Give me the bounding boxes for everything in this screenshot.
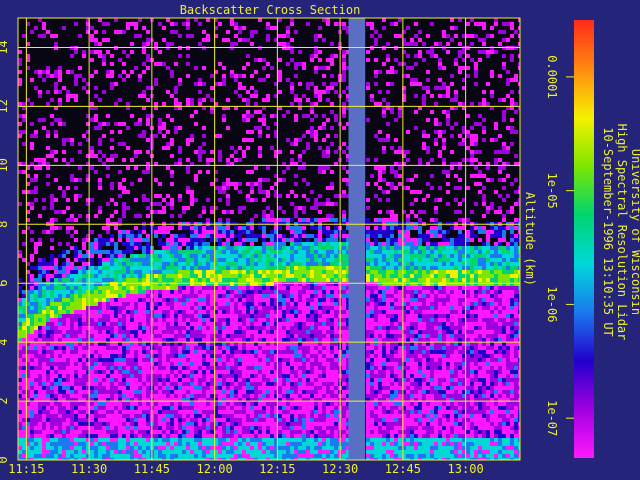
colorbar-ticks: 0.0001 1e-05 1e-06 1e-07 (545, 55, 574, 436)
y-tick-label: 8 (0, 221, 10, 228)
x-tick-label: 13:00 (448, 462, 484, 476)
chart-title: Backscatter Cross Section (180, 3, 361, 17)
credits: University of WisconsinHigh Spectral Res… (601, 124, 640, 341)
x-tick-label: 12:30 (322, 462, 358, 476)
x-tick-label: 12:45 (385, 462, 421, 476)
colorbar-tick-label: 1e-07 (545, 400, 559, 436)
y-tick-label: 14 (0, 40, 10, 54)
y-tick-label: 10 (0, 158, 10, 172)
colorbar-tick-label: 0.0001 (545, 55, 559, 98)
y-tick-label: 2 (0, 397, 10, 404)
credit-line: High Spectral Resolution Lidar (615, 124, 629, 341)
x-tick-label: 12:00 (197, 462, 233, 476)
y-axis: 0 2 4 6 8 10 12 14 (0, 40, 10, 463)
colorbar (574, 20, 594, 458)
x-tick-label: 11:45 (134, 462, 170, 476)
lidar-chart: Backscatter Cross Section 11:15 11:30 11:4… (0, 3, 640, 476)
x-tick-label: 12:15 (259, 462, 295, 476)
x-tick-label: 11:30 (71, 462, 107, 476)
y-tick-label: 0 (0, 456, 10, 463)
credit-line: 10-September-1996 13:10:35 UT (601, 127, 615, 337)
y-axis-label: Altitude (km) (523, 192, 537, 286)
x-axis: 11:15 11:30 11:45 12:00 12:15 12:30 12:45 13:00 (8, 462, 483, 476)
y-tick-label: 12 (0, 99, 10, 113)
x-tick-label: 11:15 (8, 462, 44, 476)
y-tick-label: 4 (0, 339, 10, 346)
colorbar-tick-label: 1e-06 (545, 286, 559, 322)
credit-line: University of Wisconsin (629, 149, 640, 315)
colorbar-tick-label: 1e-05 (545, 173, 559, 209)
y-tick-label: 6 (0, 280, 10, 287)
